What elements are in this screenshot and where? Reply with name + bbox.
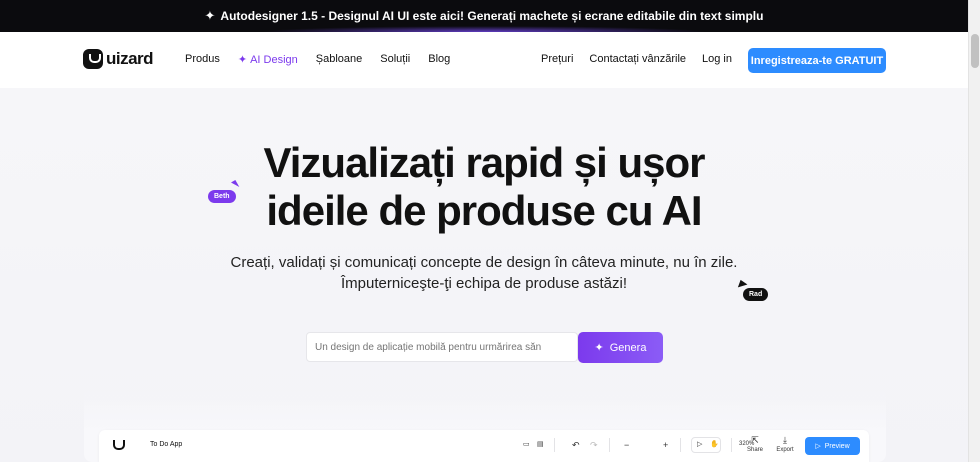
nav-link-produs[interactable]: Produs <box>185 53 220 66</box>
signup-free-button[interactable]: Inregistreaza-te GRATUIT <box>748 48 886 73</box>
logo-mark-icon <box>83 49 103 69</box>
sparkle-icon: ✦ <box>237 54 248 66</box>
primary-nav-links: Produs ✦ AI Design Șabloane Soluții Blog <box>185 53 450 66</box>
collaborator-cursor-beth: Beth <box>208 190 236 203</box>
share-button[interactable]: ⇱ Share <box>741 435 769 453</box>
toolbar-divider <box>609 438 610 452</box>
pointer-tool-icon[interactable]: ▷ <box>697 440 702 450</box>
toolbar-divider <box>731 438 732 452</box>
toolbar-divider <box>554 438 555 452</box>
export-label: Export <box>776 447 794 453</box>
banner-text: Autodesigner 1.5 - Designul AI UI este a… <box>220 9 764 23</box>
hero-title-line-2: ideile de produse cu AI <box>266 187 702 234</box>
nav-link-contact-sales[interactable]: Contactați vânzările <box>589 53 686 65</box>
nav-link-solutii[interactable]: Soluții <box>380 53 410 66</box>
design-prompt-input[interactable] <box>306 332 578 362</box>
nav-link-ai-design[interactable]: ✦ AI Design <box>237 53 298 67</box>
preview-button[interactable]: ▷ Preview <box>805 437 860 455</box>
nav-link-login[interactable]: Log in <box>702 53 732 65</box>
collaborator-cursor-rad: Rad <box>743 288 769 301</box>
share-icon: ⇱ <box>751 435 759 445</box>
announcement-banner[interactable]: ✦ Autodesigner 1.5 - Designul AI UI este… <box>0 0 968 32</box>
generate-button-label: Genera <box>609 341 647 354</box>
toolbar-divider <box>680 438 681 452</box>
preview-label: Preview <box>824 442 850 450</box>
sparkle-icon: ✦ <box>204 8 216 23</box>
nav-link-preturi[interactable]: Prețuri <box>541 53 573 65</box>
play-icon: ▷ <box>815 443 821 450</box>
nav-link-label: AI Design <box>250 53 298 66</box>
page-scrollbar[interactable] <box>968 0 980 462</box>
download-icon: ⤓ <box>783 435 787 445</box>
secondary-nav-links: Prețuri Contactați vânzările Log in <box>541 53 732 65</box>
hero-subtitle-line-1: Creați, validați și comunicați concepte … <box>230 254 738 271</box>
zoom-in-icon[interactable]: + <box>663 440 668 450</box>
nav-link-sabloane[interactable]: Șabloane <box>316 53 363 66</box>
undo-icon[interactable]: ↶ <box>572 440 580 450</box>
hero-section: Vizualizați rapid și ușor ideile de prod… <box>0 88 968 462</box>
hand-tool-icon[interactable]: ✋ <box>710 440 719 450</box>
uizard-logo[interactable]: uizard <box>83 49 154 69</box>
components-icon[interactable]: ▤ <box>537 440 544 450</box>
hero-subtitle-line-2: Împuterniceşte-ţi echipa de produse astă… <box>341 275 627 292</box>
generate-button[interactable]: ✦ Genera <box>578 332 663 363</box>
redo-icon[interactable]: ↷ <box>590 440 598 450</box>
share-label: Share <box>746 447 763 453</box>
logo-wordmark: uizard <box>106 49 154 68</box>
editor-toolbar: To Do App ▭ ▤ ↶ ↷ − 320% + ▷ ✋ ⇱ Share ⤓… <box>99 430 869 462</box>
scrollbar-thumb[interactable] <box>971 34 979 68</box>
sparkle-icon: ✦ <box>594 342 604 354</box>
uizard-mark-icon <box>113 440 125 450</box>
export-button[interactable]: ⤓ Export <box>771 435 799 453</box>
hero-title-line-1: Vizualizați rapid și ușor <box>263 139 705 186</box>
nav-link-blog[interactable]: Blog <box>428 53 450 66</box>
zoom-out-icon[interactable]: − <box>624 440 629 450</box>
project-name: To Do App <box>150 441 183 448</box>
top-navigation: uizard Produs ✦ AI Design Șabloane Soluț… <box>0 32 968 88</box>
screen-icon[interactable]: ▭ <box>523 440 530 450</box>
